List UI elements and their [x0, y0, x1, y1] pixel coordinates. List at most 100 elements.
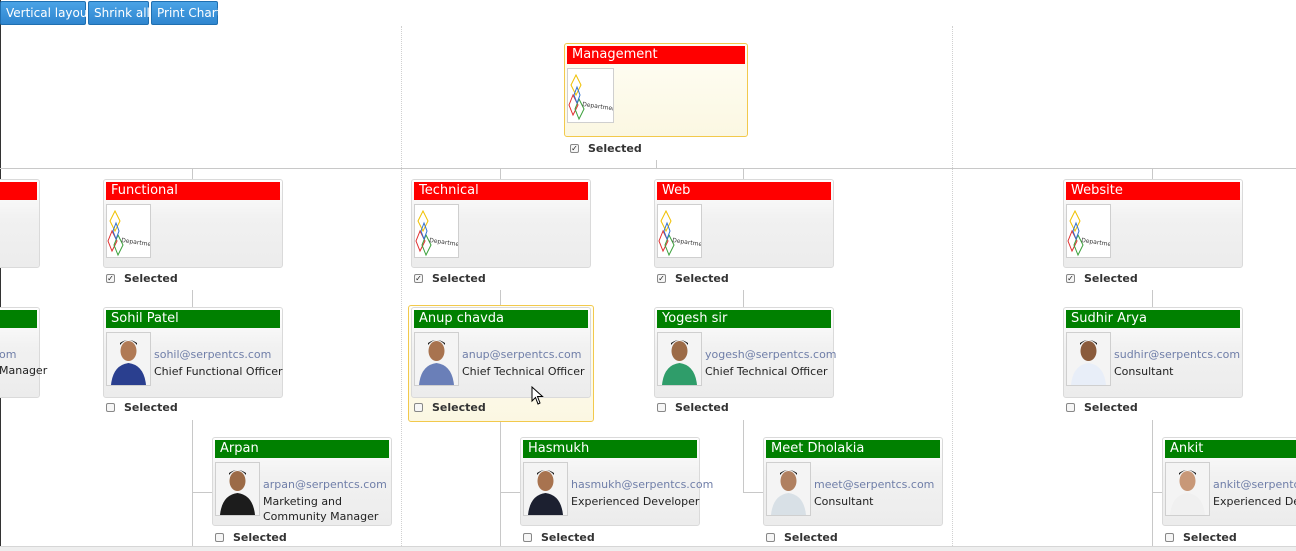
employee-email[interactable]: hasmukh@serpentcs.com	[571, 478, 713, 491]
node-title	[0, 310, 37, 328]
avatar	[1165, 462, 1210, 516]
checkbox-icon[interactable]: ✓	[1066, 274, 1075, 283]
employee-email[interactable]: anup@serpentcs.com	[462, 348, 582, 361]
org-node-partial-department[interactable]	[0, 179, 40, 268]
employee-role: Consultant	[1114, 365, 1174, 378]
svg-text:Department: Department	[429, 237, 459, 249]
node-title: Web	[657, 182, 831, 200]
department-logo-icon: Department	[414, 204, 459, 258]
connector-line	[1152, 290, 1153, 307]
vertical-layout-button[interactable]: Vertical layout	[0, 1, 92, 25]
connector-line	[192, 492, 212, 493]
org-node-yogesh-sir[interactable]: Yogesh sir yogesh@serpentcs.com Chief Tech…	[654, 307, 837, 398]
connector-line	[1152, 168, 1153, 179]
org-node-website[interactable]: Website Department	[1063, 179, 1243, 268]
checkbox-icon[interactable]: ✓	[414, 274, 423, 283]
checkbox-icon[interactable]: ✓	[106, 274, 115, 283]
svg-text:Department: Department	[1081, 237, 1111, 249]
department-logo-icon: Department	[657, 204, 702, 258]
checkbox-icon[interactable]	[1066, 403, 1075, 412]
department-logo-icon: Department	[106, 204, 151, 258]
connector-line	[500, 290, 501, 305]
svg-text:Department: Department	[672, 237, 702, 249]
connector-line	[192, 168, 193, 179]
connector-line	[743, 492, 763, 493]
checkbox-icon[interactable]: ✓	[570, 144, 579, 153]
connector-line	[1152, 420, 1153, 546]
employee-role: Marketing and Community Manager	[263, 495, 379, 523]
connector-line	[743, 168, 744, 179]
org-node-functional[interactable]: Functional Department	[103, 179, 283, 268]
org-node-anup-chavda[interactable]: Anup chavda anup@serpentcs.com Chief Techn…	[411, 307, 591, 398]
checkbox-icon[interactable]	[106, 403, 115, 412]
column-divider	[401, 26, 402, 546]
employee-email[interactable]: ankit@serpentcs.com	[1213, 478, 1296, 491]
connector-line	[500, 422, 501, 546]
employee-role: Experienced Developer	[1213, 495, 1296, 508]
checkbox-icon[interactable]: ✓	[657, 274, 666, 283]
checkbox-icon[interactable]	[1165, 533, 1174, 542]
org-node-sudhir-arya[interactable]: Sudhir Arya sudhir@serpentcs.com Consultan…	[1063, 307, 1243, 398]
connector-line	[1152, 492, 1162, 493]
avatar	[657, 332, 702, 386]
node-title: Hasmukh	[523, 440, 697, 458]
column-divider	[952, 26, 953, 546]
employee-email[interactable]: sohil@serpentcs.com	[154, 348, 271, 361]
node-title: Website	[1066, 182, 1240, 200]
print-chart-button[interactable]: Print Chart	[151, 1, 221, 25]
org-node-management[interactable]: Management Department	[564, 43, 748, 137]
node-title: Management	[567, 46, 745, 64]
node-title	[0, 182, 37, 200]
checkbox-icon[interactable]	[523, 533, 532, 542]
connector-line	[192, 420, 193, 546]
org-node-partial-employee[interactable]: om Manager	[0, 307, 47, 398]
node-title: Ankit	[1165, 440, 1296, 458]
employee-role: Chief Technical Officer	[705, 365, 828, 378]
node-title: Arpan	[215, 440, 389, 458]
checkbox-icon[interactable]	[414, 403, 423, 412]
connector-line	[743, 290, 744, 307]
org-node-technical[interactable]: Technical Department	[411, 179, 591, 268]
connector-line	[743, 420, 744, 492]
connector-line	[192, 290, 193, 307]
employee-role: Experienced Developer	[571, 495, 700, 508]
node-title: Technical	[414, 182, 588, 200]
connector-line	[500, 492, 520, 493]
node-title: Anup chavda	[414, 310, 588, 328]
connector-line	[0, 168, 1296, 169]
shrink-all-button[interactable]: Shrink all	[88, 1, 150, 25]
checkbox-icon[interactable]	[766, 533, 775, 542]
org-node-arpan[interactable]: Arpan arpan@serpentcs.com Marketing and Co…	[212, 437, 392, 526]
org-node-meet-dholakia[interactable]: Meet Dholakia meet@serpentcs.com Consultan…	[763, 437, 943, 526]
employee-email: om	[0, 348, 17, 361]
node-title: Sohil Patel	[106, 310, 280, 328]
avatar	[1066, 332, 1111, 386]
avatar	[106, 332, 151, 386]
avatar	[414, 332, 459, 386]
org-node-web[interactable]: Web Department	[654, 179, 834, 268]
employee-email[interactable]: sudhir@serpentcs.com	[1114, 348, 1240, 361]
node-title: Yogesh sir	[657, 310, 831, 328]
mouse-cursor-icon	[531, 386, 544, 405]
checkbox-icon[interactable]	[657, 403, 666, 412]
department-logo-icon: Department	[567, 68, 614, 123]
window-edge	[0, 0, 1, 550]
employee-role: Chief Technical Officer	[462, 365, 585, 378]
employee-role: Chief Functional Officer	[154, 365, 283, 378]
avatar	[766, 462, 811, 516]
org-node-ankit[interactable]: Ankit ankit@serpentcs.com Experienced Deve…	[1162, 437, 1296, 526]
employee-email[interactable]: arpan@serpentcs.com	[263, 478, 387, 491]
node-title: Sudhir Arya	[1066, 310, 1240, 328]
connector-line	[500, 168, 501, 179]
node-title: Functional	[106, 182, 280, 200]
checkbox-icon[interactable]	[215, 533, 224, 542]
svg-text:Department: Department	[121, 237, 151, 249]
avatar	[523, 462, 568, 516]
employee-role: Consultant	[814, 495, 874, 508]
horizontal-scrollbar[interactable]	[0, 546, 1296, 551]
org-node-sohil-patel[interactable]: Sohil Patel sohil@serpentcs.com Chief Func…	[103, 307, 283, 398]
employee-email[interactable]: meet@serpentcs.com	[814, 478, 934, 491]
avatar	[215, 462, 260, 516]
employee-email[interactable]: yogesh@serpentcs.com	[705, 348, 837, 361]
org-node-hasmukh[interactable]: Hasmukh hasmukh@serpentcs.com Experienced …	[520, 437, 713, 526]
